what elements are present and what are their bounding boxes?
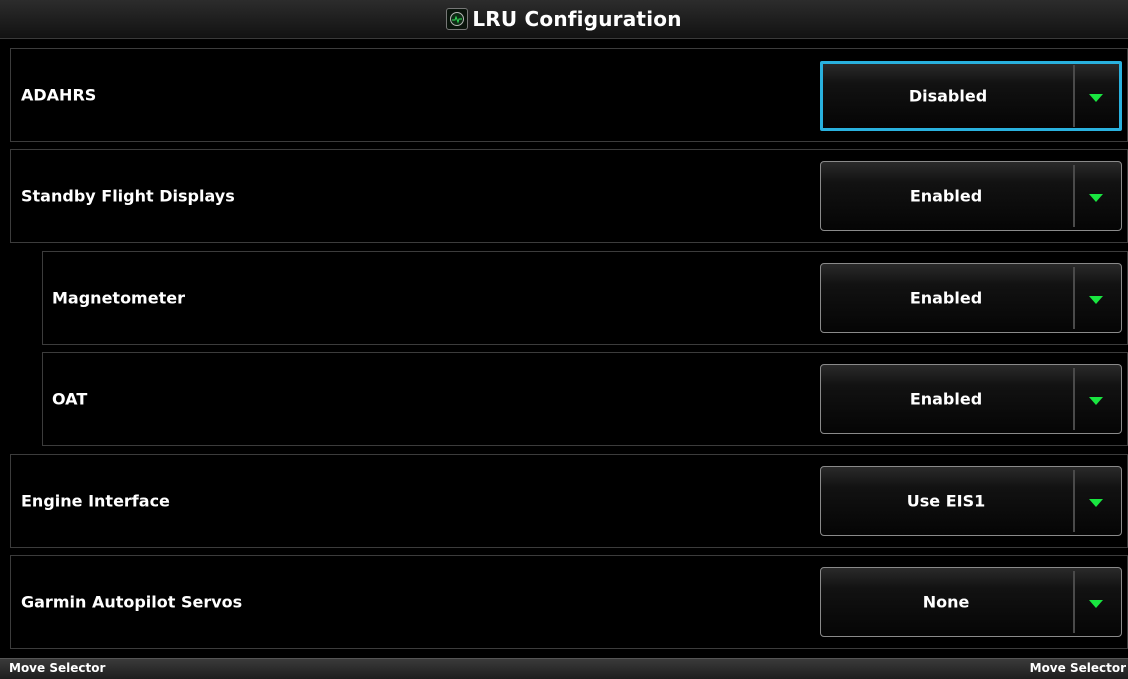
move-selector-softkey-right[interactable]: Move Selector <box>1030 661 1126 675</box>
row-label-engine-interface: Engine Interface <box>21 491 170 511</box>
engine-interface-dropdown[interactable]: Use EIS1 <box>820 466 1122 536</box>
title-bar: LRU Configuration <box>0 0 1128 39</box>
row-label-oat: OAT <box>52 389 88 409</box>
dropdown-value: Enabled <box>909 288 983 308</box>
config-row-oat: OAT Enabled <box>42 352 1128 446</box>
garmin-autopilot-servos-dropdown[interactable]: None <box>820 567 1122 637</box>
chevron-down-icon <box>1089 397 1103 405</box>
dropdown-value: Enabled <box>909 186 983 206</box>
row-label-magnetometer: Magnetometer <box>52 288 185 308</box>
config-row-adahrs: ADAHRS Disabled <box>10 48 1128 142</box>
dropdown-value: Disabled <box>908 86 988 106</box>
dropdown-divider <box>1073 267 1075 329</box>
dropdown-divider <box>1073 470 1075 532</box>
chevron-down-icon <box>1089 94 1103 102</box>
dropdown-divider <box>1073 571 1075 633</box>
move-selector-softkey-left[interactable]: Move Selector <box>9 661 105 675</box>
dropdown-value: Use EIS1 <box>906 491 986 511</box>
magnetometer-dropdown[interactable]: Enabled <box>820 263 1122 333</box>
chevron-down-icon <box>1089 499 1103 507</box>
dropdown-value: Enabled <box>909 389 983 409</box>
adahrs-dropdown[interactable]: Disabled <box>820 61 1122 131</box>
dropdown-divider <box>1073 165 1075 227</box>
row-label-standby-flight-displays: Standby Flight Displays <box>21 186 235 206</box>
oat-dropdown[interactable]: Enabled <box>820 364 1122 434</box>
row-label-garmin-autopilot-servos: Garmin Autopilot Servos <box>21 592 243 612</box>
softkey-bar: Move Selector Move Selector <box>0 658 1128 679</box>
gauge-icon <box>446 8 469 30</box>
row-label-adahrs: ADAHRS <box>21 85 97 105</box>
page-title: LRU Configuration <box>472 7 682 31</box>
config-row-engine-interface: Engine Interface Use EIS1 <box>10 454 1128 548</box>
chevron-down-icon <box>1089 296 1103 304</box>
dropdown-divider <box>1073 368 1075 430</box>
dropdown-value: None <box>922 592 970 612</box>
chevron-down-icon <box>1089 194 1103 202</box>
config-row-garmin-autopilot-servos: Garmin Autopilot Servos None <box>10 555 1128 649</box>
standby-flight-displays-dropdown[interactable]: Enabled <box>820 161 1122 231</box>
dropdown-divider <box>1073 65 1075 127</box>
chevron-down-icon <box>1089 600 1103 608</box>
config-row-magnetometer: Magnetometer Enabled <box>42 251 1128 345</box>
config-row-standby-flight-displays: Standby Flight Displays Enabled <box>10 149 1128 243</box>
